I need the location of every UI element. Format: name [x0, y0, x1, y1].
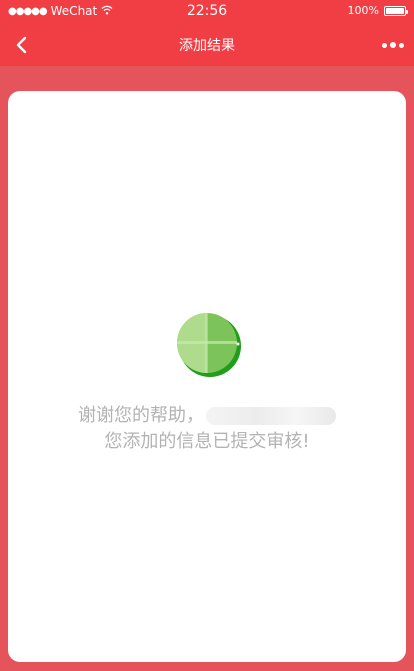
- message-line-1: 谢谢您的帮助，: [8, 403, 406, 429]
- status-bar: ●●●●● WeChat 22:56 100%: [0, 0, 414, 24]
- more-dots-icon: [399, 42, 404, 48]
- battery-icon: [384, 5, 408, 16]
- result-card: 谢谢您的帮助， 您添加的信息已提交审核!: [8, 91, 406, 662]
- more-dots-icon: [390, 42, 396, 48]
- message-line-2: 您添加的信息已提交审核!: [104, 431, 310, 452]
- page-title: 添加结果: [179, 38, 235, 54]
- battery-percentage: 100%: [347, 4, 379, 17]
- more-options-button[interactable]: [380, 34, 406, 56]
- result-message: 谢谢您的帮助， 您添加的信息已提交审核!: [8, 403, 406, 455]
- thanks-text: 谢谢您的帮助，: [78, 405, 204, 426]
- battery-level: [386, 7, 404, 14]
- more-dots-icon: [382, 42, 387, 48]
- navigation-bar: 添加结果: [0, 24, 414, 66]
- status-right: 100%: [347, 4, 408, 17]
- redacted-text: [206, 407, 336, 425]
- success-check-icon: [177, 313, 241, 377]
